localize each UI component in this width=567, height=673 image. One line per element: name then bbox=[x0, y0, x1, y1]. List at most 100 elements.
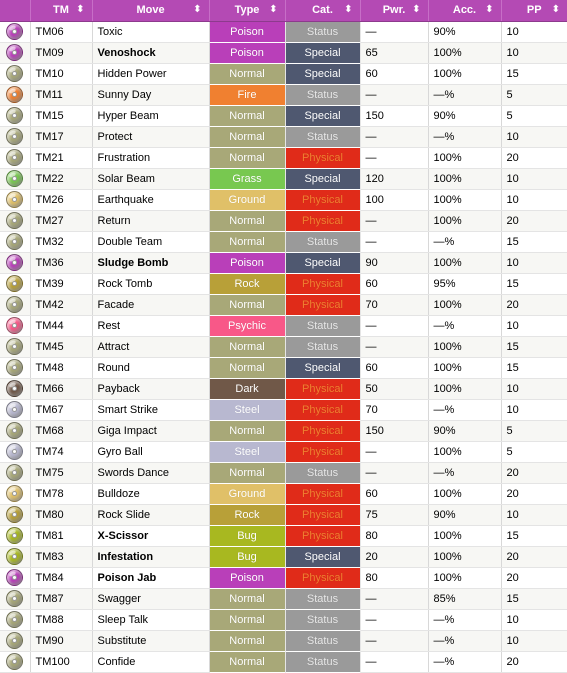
move-type-cell: Poison bbox=[209, 42, 286, 64]
move-category-cell: Status bbox=[285, 462, 361, 484]
move-name-cell: Double Team bbox=[92, 231, 210, 253]
move-pp-cell: 10 bbox=[501, 504, 567, 526]
tm-disc-cell bbox=[0, 588, 31, 610]
column-header-move[interactable]: Move ⬍ bbox=[92, 0, 210, 22]
column-header-label: Cat. bbox=[312, 4, 333, 17]
tm-disc-icon bbox=[6, 548, 24, 565]
move-name-cell: Substitute bbox=[92, 630, 210, 652]
tm-number-cell: TM83 bbox=[30, 546, 93, 568]
move-power-cell: 150 bbox=[360, 420, 429, 442]
sort-toggle-icon[interactable]: ⬍ bbox=[412, 5, 420, 15]
tm-disc-cell bbox=[0, 252, 31, 274]
tm-disc-icon bbox=[6, 380, 24, 397]
tm-number-cell: TM84 bbox=[30, 567, 93, 589]
move-category-cell: Physical bbox=[285, 294, 361, 316]
move-power-cell: 75 bbox=[360, 504, 429, 526]
tm-disc-cell bbox=[0, 546, 31, 568]
tm-disc-cell bbox=[0, 315, 31, 337]
column-header-acc[interactable]: Acc. ⬍ bbox=[428, 0, 502, 22]
move-type-cell: Fire bbox=[209, 84, 286, 106]
move-name-cell: Hyper Beam bbox=[92, 105, 210, 127]
tm-disc-icon bbox=[6, 233, 24, 250]
tm-disc-icon bbox=[6, 170, 24, 187]
move-type-cell: Poison bbox=[209, 567, 286, 589]
move-accuracy-cell: 100% bbox=[428, 483, 502, 505]
tm-disc-cell bbox=[0, 231, 31, 253]
table-body: TM06 Toxic Poison Status —90% 10 TM09 Venoshock… bbox=[0, 21, 567, 673]
tm-disc-icon bbox=[6, 443, 24, 460]
sort-toggle-icon[interactable]: ⬍ bbox=[269, 5, 277, 15]
tm-disc-icon bbox=[6, 527, 24, 544]
move-pp-cell: 10 bbox=[501, 126, 567, 148]
move-accuracy-cell: 90% bbox=[428, 504, 502, 526]
tm-disc-cell bbox=[0, 189, 31, 211]
sort-toggle-icon[interactable]: ⬍ bbox=[552, 5, 560, 15]
move-pp-cell: 10 bbox=[501, 609, 567, 631]
tm-number-cell: TM68 bbox=[30, 420, 93, 442]
move-pp-cell: 10 bbox=[501, 630, 567, 652]
sort-toggle-icon[interactable]: ⬍ bbox=[76, 5, 84, 15]
tm-disc-icon bbox=[6, 338, 24, 355]
table-row: TM84 Poison Jab Poison Physical 80 100% 20 bbox=[0, 567, 567, 589]
move-power-cell: — bbox=[360, 630, 429, 652]
table-row: TM100 Confide Normal Status — —% 20 bbox=[0, 651, 567, 673]
move-power-cell: 70 bbox=[360, 399, 429, 421]
move-type-cell: Poison bbox=[209, 21, 286, 43]
move-category-cell: Status bbox=[285, 630, 361, 652]
column-header-cat[interactable]: Cat. ⬍ bbox=[285, 0, 361, 22]
move-category-cell: Physical bbox=[285, 504, 361, 526]
table-row: TM80 Rock Slide Rock Physical 75 90% 10 bbox=[0, 504, 567, 526]
column-header-pp[interactable]: PP ⬍ bbox=[501, 0, 567, 22]
sort-toggle-icon[interactable]: ⬍ bbox=[485, 5, 493, 15]
tm-number-cell: TM42 bbox=[30, 294, 93, 316]
move-name-cell: Sleep Talk bbox=[92, 609, 210, 631]
table-row: TM68 Giga Impact Normal Physical 150 90% 5 bbox=[0, 420, 567, 442]
move-power-cell: 150 bbox=[360, 105, 429, 127]
sort-toggle-icon[interactable]: ⬍ bbox=[344, 5, 352, 15]
tm-disc-icon bbox=[6, 611, 24, 628]
tm-disc-cell bbox=[0, 210, 31, 232]
move-pp-cell: 20 bbox=[501, 546, 567, 568]
column-header-type[interactable]: Type ⬍ bbox=[209, 0, 286, 22]
column-header-tm[interactable]: TM ⬍ bbox=[30, 0, 93, 22]
move-name-cell: Rest bbox=[92, 315, 210, 337]
move-power-cell: — bbox=[360, 588, 429, 610]
move-type-cell: Ground bbox=[209, 483, 286, 505]
tm-number-cell: TM100 bbox=[30, 651, 93, 673]
move-category-cell: Special bbox=[285, 168, 361, 190]
move-category-cell: Special bbox=[285, 42, 361, 64]
move-accuracy-cell: 100% bbox=[428, 42, 502, 64]
move-accuracy-cell: 100% bbox=[428, 441, 502, 463]
move-pp-cell: 10 bbox=[501, 252, 567, 274]
move-type-cell: Normal bbox=[209, 630, 286, 652]
column-header-pwr[interactable]: Pwr. ⬍ bbox=[360, 0, 429, 22]
table-row: TM27 Return Normal Physical —100% 20 bbox=[0, 210, 567, 232]
tm-number-cell: TM90 bbox=[30, 630, 93, 652]
tm-number-cell: TM45 bbox=[30, 336, 93, 358]
tm-number-cell: TM09 bbox=[30, 42, 93, 64]
move-accuracy-cell: 100% bbox=[428, 63, 502, 85]
move-accuracy-cell: —% bbox=[428, 84, 502, 106]
move-power-cell: — bbox=[360, 609, 429, 631]
tm-disc-icon bbox=[6, 296, 24, 313]
sort-toggle-icon[interactable]: ⬍ bbox=[193, 5, 201, 15]
tm-disc-icon bbox=[6, 44, 24, 61]
tm-disc-cell bbox=[0, 420, 31, 442]
move-name-cell: Round bbox=[92, 357, 210, 379]
move-accuracy-cell: 100% bbox=[428, 189, 502, 211]
tm-disc-cell bbox=[0, 42, 31, 64]
column-header-label: Type bbox=[234, 4, 260, 17]
table-row: TM15 Hyper Beam Normal Special 150 90% 5 bbox=[0, 105, 567, 127]
move-accuracy-cell: —% bbox=[428, 630, 502, 652]
tm-number-cell: TM27 bbox=[30, 210, 93, 232]
move-type-cell: Normal bbox=[209, 63, 286, 85]
move-category-cell: Status bbox=[285, 126, 361, 148]
tm-disc-icon bbox=[6, 275, 24, 292]
tm-disc-icon bbox=[6, 485, 24, 502]
table-row: TM44 Rest Psychic Status — —% 10 bbox=[0, 315, 567, 337]
move-pp-cell: 10 bbox=[501, 42, 567, 64]
move-category-cell: Special bbox=[285, 63, 361, 85]
move-type-cell: Bug bbox=[209, 525, 286, 547]
column-header-label: PP bbox=[526, 4, 542, 17]
move-accuracy-cell: 100% bbox=[428, 357, 502, 379]
